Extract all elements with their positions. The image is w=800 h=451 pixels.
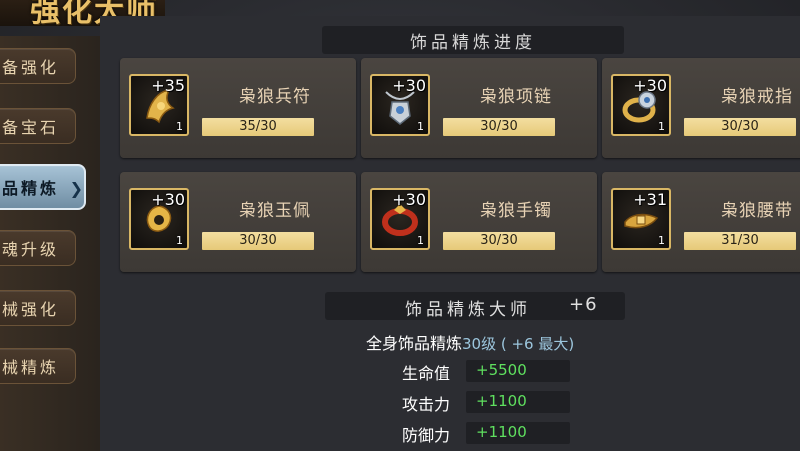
item-slot[interactable]: +30 1 bbox=[611, 74, 671, 136]
tab-mech-refine[interactable]: 械精炼 bbox=[0, 348, 76, 384]
item-name: 枭狼手镯 bbox=[480, 201, 552, 221]
item-quantity: 1 bbox=[658, 120, 665, 133]
item-card[interactable]: +31 1 枭狼腰带 31/30 bbox=[602, 172, 800, 272]
tab-label: 械精炼 bbox=[2, 358, 60, 377]
item-slot[interactable]: +30 1 bbox=[370, 188, 430, 250]
item-name: 枭狼玉佩 bbox=[239, 201, 311, 221]
item-quantity: 1 bbox=[417, 234, 424, 247]
tab-accessory-refine[interactable]: 品精炼 ❯ bbox=[0, 164, 86, 210]
item-name: 枭狼兵符 bbox=[239, 87, 311, 107]
tab-equipment-enhance[interactable]: 备强化 bbox=[0, 48, 76, 84]
tab-label: 械强化 bbox=[2, 300, 60, 319]
item-quantity: 1 bbox=[658, 234, 665, 247]
progress-bar: 30/30 bbox=[443, 232, 555, 250]
item-slot[interactable]: +35 1 bbox=[129, 74, 189, 136]
enhance-level: +30 bbox=[633, 76, 667, 95]
stat-value: +5500 bbox=[476, 361, 527, 379]
stat-label: 防御力 bbox=[401, 426, 450, 445]
tab-soul-upgrade[interactable]: 魂升级 bbox=[0, 230, 76, 266]
progress-bar: 30/30 bbox=[443, 118, 555, 136]
item-card[interactable]: +30 1 枭狼手镯 30/30 bbox=[361, 172, 597, 272]
item-quantity: 1 bbox=[417, 120, 424, 133]
master-level: +6 bbox=[569, 294, 598, 315]
refine-progress-title: 饰品精炼进度 bbox=[322, 26, 624, 54]
enhance-level: +30 bbox=[151, 190, 185, 209]
item-card[interactable]: +30 1 枭狼戒指 30/30 bbox=[602, 58, 800, 158]
tab-label: 备强化 bbox=[2, 58, 60, 77]
stat-row: 防御力 +1100 bbox=[380, 422, 570, 445]
stat-label: 生命值 bbox=[401, 364, 450, 383]
item-card[interactable]: +30 1 枭狼玉佩 30/30 bbox=[120, 172, 356, 272]
item-name: 枭狼项链 bbox=[480, 87, 552, 107]
chevron-right-icon: ❯ bbox=[69, 179, 86, 198]
enhance-level: +31 bbox=[633, 190, 667, 209]
tab-label: 品精炼 bbox=[2, 179, 60, 198]
enhance-level: +35 bbox=[151, 76, 185, 95]
stat-label: 攻击力 bbox=[401, 395, 450, 414]
stat-value: +1100 bbox=[476, 423, 527, 441]
stat-value: +1100 bbox=[476, 392, 527, 410]
progress-bar: 31/30 bbox=[684, 232, 796, 250]
enhance-level: +30 bbox=[392, 190, 426, 209]
tab-equipment-gems[interactable]: 备宝石 bbox=[0, 108, 76, 144]
item-card[interactable]: +30 1 枭狼项链 30/30 bbox=[361, 58, 597, 158]
refine-master-title: 饰品精炼大师 +6 bbox=[325, 292, 625, 320]
tab-label: 魂升级 bbox=[2, 240, 60, 259]
full-body-refine-line: 全身饰品精炼30级 ( +6 最大) bbox=[366, 330, 574, 354]
stat-row: 攻击力 +1100 bbox=[380, 391, 570, 414]
item-quantity: 1 bbox=[176, 234, 183, 247]
item-quantity: 1 bbox=[176, 120, 183, 133]
tab-label: 备宝石 bbox=[2, 118, 60, 137]
stat-row: 生命值 +5500 bbox=[380, 360, 570, 383]
item-slot[interactable]: +31 1 bbox=[611, 188, 671, 250]
full-body-refine-label: 全身饰品精炼 bbox=[366, 334, 463, 353]
progress-bar: 35/30 bbox=[202, 118, 314, 136]
master-title-text: 饰品精炼大师 bbox=[405, 300, 531, 320]
item-slot[interactable]: +30 1 bbox=[370, 74, 430, 136]
item-name: 枭狼腰带 bbox=[721, 201, 793, 221]
item-card[interactable]: +35 1 枭狼兵符 35/30 bbox=[120, 58, 356, 158]
enhance-level: +30 bbox=[392, 76, 426, 95]
item-slot[interactable]: +30 1 bbox=[129, 188, 189, 250]
tab-mech-enhance[interactable]: 械强化 bbox=[0, 290, 76, 326]
progress-bar: 30/30 bbox=[684, 118, 796, 136]
progress-bar: 30/30 bbox=[202, 232, 314, 250]
full-body-refine-value: 30级 ( +6 最大) bbox=[462, 335, 575, 353]
item-name: 枭狼戒指 bbox=[721, 87, 793, 107]
section-title-text: 饰品精炼进度 bbox=[410, 32, 536, 53]
